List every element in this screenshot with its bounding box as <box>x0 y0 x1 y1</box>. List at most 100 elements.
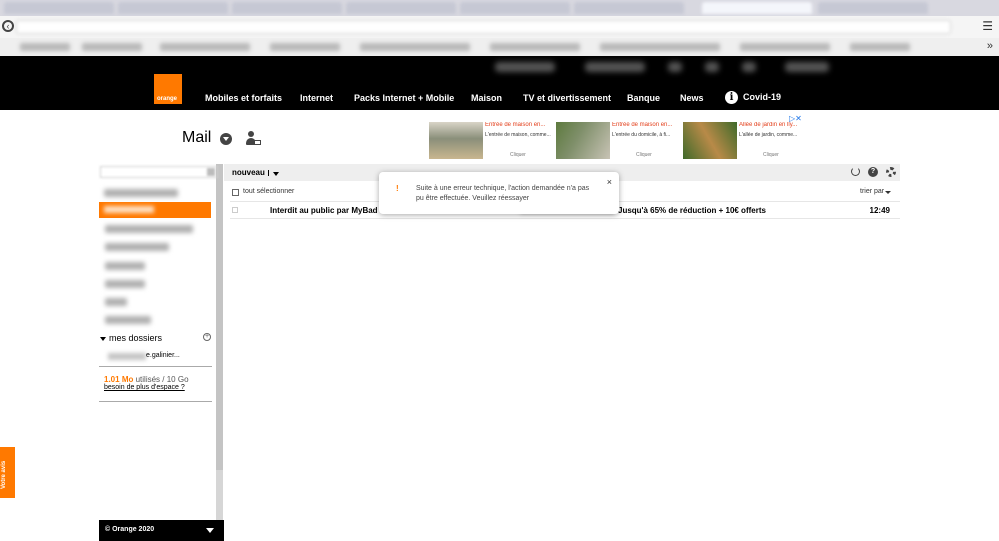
sidebar-scrollbar-thumb[interactable] <box>216 164 223 470</box>
browser-tab[interactable] <box>346 2 456 14</box>
browser-tab[interactable] <box>460 2 570 14</box>
folder-item[interactable] <box>105 298 127 306</box>
divider <box>99 401 212 402</box>
back-icon[interactable]: ‹ <box>2 20 14 32</box>
ad-cta[interactable]: Cliquer <box>636 152 652 158</box>
my-folders-label: mes dossiers <box>109 333 163 343</box>
nav-internet[interactable]: Internet <box>300 92 333 104</box>
bookmarks-bar <box>0 38 999 56</box>
ad-desc: L'entrée du domicile, à fi... <box>612 132 671 138</box>
ad-card[interactable]: Entrée de maison en... L'entrée du domic… <box>556 122 678 162</box>
url-bar[interactable] <box>16 20 951 34</box>
header-utility-icon[interactable] <box>742 62 756 72</box>
nav-packs[interactable]: Packs Internet + Mobile <box>354 92 454 104</box>
ad-cta[interactable]: Cliquer <box>510 152 526 158</box>
ad-title: Entrée de maison en... <box>485 122 546 128</box>
bookmark[interactable] <box>850 43 910 51</box>
divider <box>99 366 212 367</box>
folder-inbox-header[interactable] <box>104 189 178 197</box>
search-input[interactable] <box>100 166 218 178</box>
sort-button[interactable]: trier par <box>860 188 884 195</box>
header-utility-icon[interactable] <box>705 62 719 72</box>
folder-sub-blur <box>108 353 146 360</box>
refresh-icon[interactable] <box>851 167 860 176</box>
folder-item[interactable] <box>105 316 151 324</box>
error-message: Suite à une erreur technique, l'action d… <box>416 185 590 202</box>
error-toast: ! Suite à une erreur technique, l'action… <box>379 172 619 214</box>
add-folder-icon[interactable]: + <box>203 333 211 341</box>
new-mail-dropdown-icon[interactable] <box>273 172 279 176</box>
bookmark[interactable] <box>270 43 340 51</box>
ad-title: Entrée de maison en... <box>612 122 673 128</box>
new-mail-button[interactable]: nouveau <box>232 168 265 177</box>
contacts-icon[interactable] <box>246 131 261 147</box>
folder-item[interactable] <box>105 243 169 251</box>
logo-text: orange <box>157 96 178 102</box>
copyright: © Orange 2020 <box>105 526 155 533</box>
browser-tab[interactable] <box>818 2 928 14</box>
folder-item[interactable] <box>105 225 193 233</box>
bookmark[interactable] <box>360 43 470 51</box>
bookmark[interactable] <box>82 43 142 51</box>
nav-news[interactable]: News <box>680 92 704 104</box>
help-icon[interactable]: ? <box>868 167 878 177</box>
folder-sub-item[interactable]: e.galinier... <box>146 352 180 359</box>
bookmark[interactable] <box>490 43 580 51</box>
message-time: 12:49 <box>869 206 890 215</box>
ad-title: Allée de jardin en lly... <box>739 122 798 128</box>
folder-item[interactable] <box>105 262 145 270</box>
header-utility-link[interactable] <box>585 62 645 72</box>
ad-desc: L'entrée de maison, comme... <box>485 132 551 138</box>
message-sender: Interdit au public par MyBad <box>270 206 378 215</box>
folder-item[interactable] <box>105 280 145 288</box>
header-utility-link[interactable] <box>495 62 555 72</box>
search-icon[interactable] <box>207 168 215 176</box>
ad-cta[interactable]: Cliquer <box>763 152 779 158</box>
select-all-label[interactable]: tout sélectionner <box>243 188 294 195</box>
divider <box>268 170 269 176</box>
browser-tab[interactable] <box>232 2 342 14</box>
chevron-down-icon[interactable] <box>885 191 891 194</box>
storage-usage: 1.01 Mo utilisés / 10 Go <box>104 375 189 384</box>
browser-tab[interactable] <box>574 2 684 14</box>
info-icon: i <box>725 91 738 105</box>
message-checkbox[interactable] <box>232 207 238 213</box>
ad-card[interactable]: Allée de jardin en lly... L'allée de jar… <box>683 122 805 162</box>
ad-image <box>556 122 610 159</box>
nav-covid[interactable]: i Covid-19 <box>725 91 782 105</box>
folder-item-active-label <box>104 206 154 213</box>
select-all-checkbox[interactable] <box>232 189 239 196</box>
chevron-down-icon[interactable] <box>220 133 232 145</box>
storage-upgrade-link[interactable]: besoin de plus d'espace ? <box>104 384 185 391</box>
ad-image <box>429 122 483 159</box>
nav-maison[interactable]: Maison <box>471 92 502 104</box>
bookmark[interactable] <box>20 43 70 51</box>
ad-card[interactable]: Entrée de maison en... L'entrée de maiso… <box>429 122 551 162</box>
ad-image <box>683 122 737 159</box>
sidebar-footer: © Orange 2020 <box>99 520 224 541</box>
menu-icon[interactable]: ☰ <box>982 20 993 32</box>
nav-banque[interactable]: Banque <box>627 92 660 104</box>
nav-covid-label: Covid-19 <box>743 92 782 102</box>
browser-tab[interactable] <box>118 2 228 14</box>
browser-tab[interactable] <box>4 2 114 14</box>
header-account[interactable] <box>785 62 829 72</box>
caret-down-icon <box>100 336 106 341</box>
bookmark[interactable] <box>740 43 830 51</box>
caret-down-icon[interactable] <box>206 528 214 533</box>
header-utility-icon[interactable] <box>668 62 682 72</box>
ad-desc: L'allée de jardin, comme... <box>739 132 798 138</box>
orange-logo[interactable]: orange <box>154 74 182 104</box>
my-folders-toggle[interactable]: mes dossiers <box>100 333 162 343</box>
browser-tab-active[interactable] <box>702 2 812 14</box>
feedback-tab[interactable]: Votre avis <box>0 447 15 498</box>
browser-chrome: ‹ ☰ » <box>0 0 999 56</box>
more-bookmarks-icon[interactable]: » <box>987 40 993 52</box>
message-subject: Jusqu'à 65% de réduction + 10€ offerts <box>618 206 766 215</box>
nav-mobiles-forfaits[interactable]: Mobiles et forfaits <box>205 92 282 104</box>
bookmark[interactable] <box>160 43 250 51</box>
gear-icon[interactable] <box>886 167 896 177</box>
nav-tv[interactable]: TV et divertissement <box>523 92 611 104</box>
close-icon[interactable]: × <box>607 177 612 187</box>
bookmark[interactable] <box>600 43 720 51</box>
